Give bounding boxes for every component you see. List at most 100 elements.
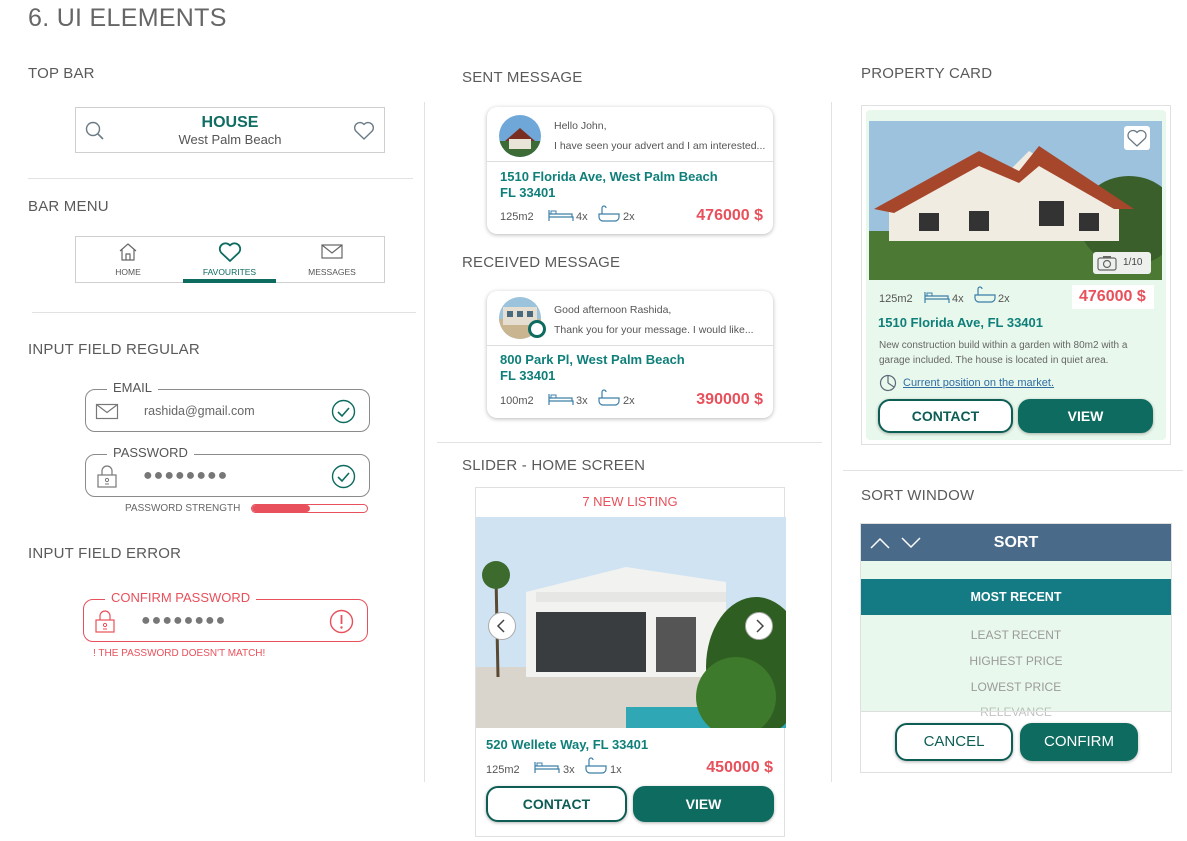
property-price: 476000 $	[1079, 288, 1146, 305]
section-title-received-message: RECEIVED MESSAGE	[462, 254, 621, 271]
bar-menu-label: HOME	[115, 267, 141, 277]
section-title-sent-message: SENT MESSAGE	[462, 69, 583, 86]
bed-icon	[548, 394, 574, 405]
sent-message-card[interactable]: Hello John, I have seen your advert and …	[487, 107, 773, 234]
home-icon	[119, 243, 137, 261]
slider-prev-button[interactable]	[488, 612, 516, 640]
sort-options-list[interactable]: MOST RECENT LEAST RECENT HIGHEST PRICE L…	[861, 561, 1171, 719]
photo-count: 1/10	[1123, 257, 1143, 268]
message-greeting: Good afternoon Rashida,	[554, 304, 672, 316]
bathtub-icon	[585, 757, 607, 774]
section-title-property-card: PROPERTY CARD	[861, 65, 993, 82]
listing-area: 100m2	[500, 395, 534, 407]
section-title-sort-window: SORT WINDOW	[861, 487, 975, 504]
message-greeting: Hello John,	[554, 120, 607, 132]
cancel-button[interactable]: CANCEL	[895, 723, 1013, 761]
top-bar-title: HOUSE	[201, 114, 259, 131]
listing-address: 1510 Florida Ave, West Palm Beach FL 3340…	[500, 169, 718, 200]
slider-baths: 1x	[610, 764, 622, 776]
view-button[interactable]: VIEW	[633, 786, 774, 822]
photo-counter[interactable]: 1/10	[1093, 252, 1151, 274]
password-label: PASSWORD	[107, 445, 194, 460]
sort-option-selected[interactable]: MOST RECENT	[861, 579, 1171, 615]
bar-menu-item-home[interactable]: HOME	[80, 237, 176, 283]
chevron-right-icon	[756, 619, 765, 633]
password-field[interactable]: ●●●●●●●●	[85, 454, 370, 497]
lock-icon	[95, 610, 115, 633]
check-circle-icon	[331, 464, 356, 489]
row-divider	[437, 442, 822, 443]
row-divider	[28, 178, 413, 179]
slider-address: 520 Wellete Way, FL 33401	[486, 737, 649, 752]
listing-baths: 2x	[623, 211, 635, 223]
received-message-card[interactable]: Good afternoon Rashida, Thank you for yo…	[487, 291, 773, 418]
market-position-link[interactable]: Current position on the market.	[903, 377, 1054, 389]
email-value: rashida@gmail.com	[144, 404, 255, 418]
slider-card: 7 NEW LISTING 520 Wellete Way, FL 33401 …	[475, 487, 786, 837]
bathtub-icon	[974, 286, 996, 303]
status-indicator	[528, 320, 546, 338]
sort-window: SORT MOST RECENT LEAST RECENT HIGHEST PR…	[860, 523, 1172, 773]
column-divider	[831, 102, 832, 782]
heart-icon[interactable]	[353, 121, 375, 141]
confirm-password-field[interactable]: ●●●●●●●●	[83, 599, 368, 642]
active-tab-indicator	[183, 279, 276, 283]
view-button[interactable]: VIEW	[1018, 399, 1153, 433]
listing-address: 800 Park Pl, West Palm Beach FL 33401	[500, 352, 685, 383]
check-circle-icon	[331, 399, 356, 424]
listing-baths: 2x	[623, 395, 635, 407]
property-price-badge: 476000 $	[1072, 285, 1154, 309]
listing-price: 390000 $	[696, 391, 763, 408]
confirm-button[interactable]: CONFIRM	[1020, 723, 1138, 761]
email-label: EMAIL	[107, 380, 159, 395]
bar-menu-label: MESSAGES	[308, 267, 356, 277]
password-strength-bar	[251, 504, 368, 513]
slider-beds: 3x	[563, 764, 575, 776]
slider-price: 450000 $	[706, 759, 773, 776]
bed-icon	[548, 210, 574, 221]
bed-icon	[924, 292, 950, 303]
contact-button[interactable]: CONTACT	[878, 399, 1013, 433]
property-card-frame: 1/10 125m2 4x 2x 476000 $ 1510 Florida A…	[861, 105, 1171, 445]
top-bar: HOUSE West Palm Beach	[75, 107, 385, 153]
chevron-left-icon	[496, 619, 505, 633]
column-divider	[424, 102, 425, 782]
top-bar-subtitle: West Palm Beach	[178, 132, 282, 147]
bar-menu: HOME FAVOURITES MESSAGES	[75, 236, 385, 283]
slider-next-button[interactable]	[745, 612, 773, 640]
heart-icon	[1127, 129, 1147, 147]
bathtub-icon	[598, 389, 620, 406]
sort-footer-divider	[861, 711, 1171, 712]
property-card[interactable]: 1/10 125m2 4x 2x 476000 $ 1510 Florida A…	[866, 110, 1166, 440]
slider-image[interactable]	[476, 517, 786, 728]
sort-option[interactable]: RELEVANCE	[861, 705, 1171, 719]
password-strength-fill	[252, 505, 310, 512]
message-preview: I have seen your advert and I am interes…	[554, 140, 766, 152]
heart-icon	[218, 242, 241, 262]
email-field[interactable]: rashida@gmail.com	[85, 389, 370, 432]
listing-price: 476000 $	[696, 207, 763, 224]
password-error-message: ! THE PASSWORD DOESN'T MATCH!	[93, 648, 266, 659]
camera-icon	[1097, 256, 1117, 271]
alert-circle-icon	[329, 609, 354, 634]
listing-beds: 3x	[576, 395, 588, 407]
chart-pie-icon	[879, 374, 897, 392]
listing-beds: 4x	[576, 211, 588, 223]
bed-icon	[534, 762, 560, 773]
contact-button[interactable]: CONTACT	[486, 786, 627, 822]
row-divider	[32, 312, 416, 313]
section-title-top-bar: TOP BAR	[28, 65, 95, 82]
bar-menu-item-messages[interactable]: MESSAGES	[284, 237, 380, 283]
confirm-password-value: ●●●●●●●●	[141, 612, 227, 629]
row-divider	[843, 470, 1183, 471]
property-address: 1510 Florida Ave, FL 33401	[878, 315, 1043, 330]
sort-header: SORT	[861, 524, 1171, 561]
favourite-button[interactable]	[1124, 126, 1150, 150]
password-strength-label: PASSWORD STRENGTH	[125, 503, 241, 514]
sort-option[interactable]: LOWEST PRICE	[861, 680, 1171, 694]
bar-menu-item-favourites[interactable]: FAVOURITES	[183, 237, 276, 283]
sort-option[interactable]: LEAST RECENT	[861, 628, 1171, 642]
sort-option[interactable]: HIGHEST PRICE	[861, 654, 1171, 668]
slider-area: 125m2	[486, 764, 520, 776]
page-title: 6. UI ELEMENTS	[28, 4, 227, 32]
